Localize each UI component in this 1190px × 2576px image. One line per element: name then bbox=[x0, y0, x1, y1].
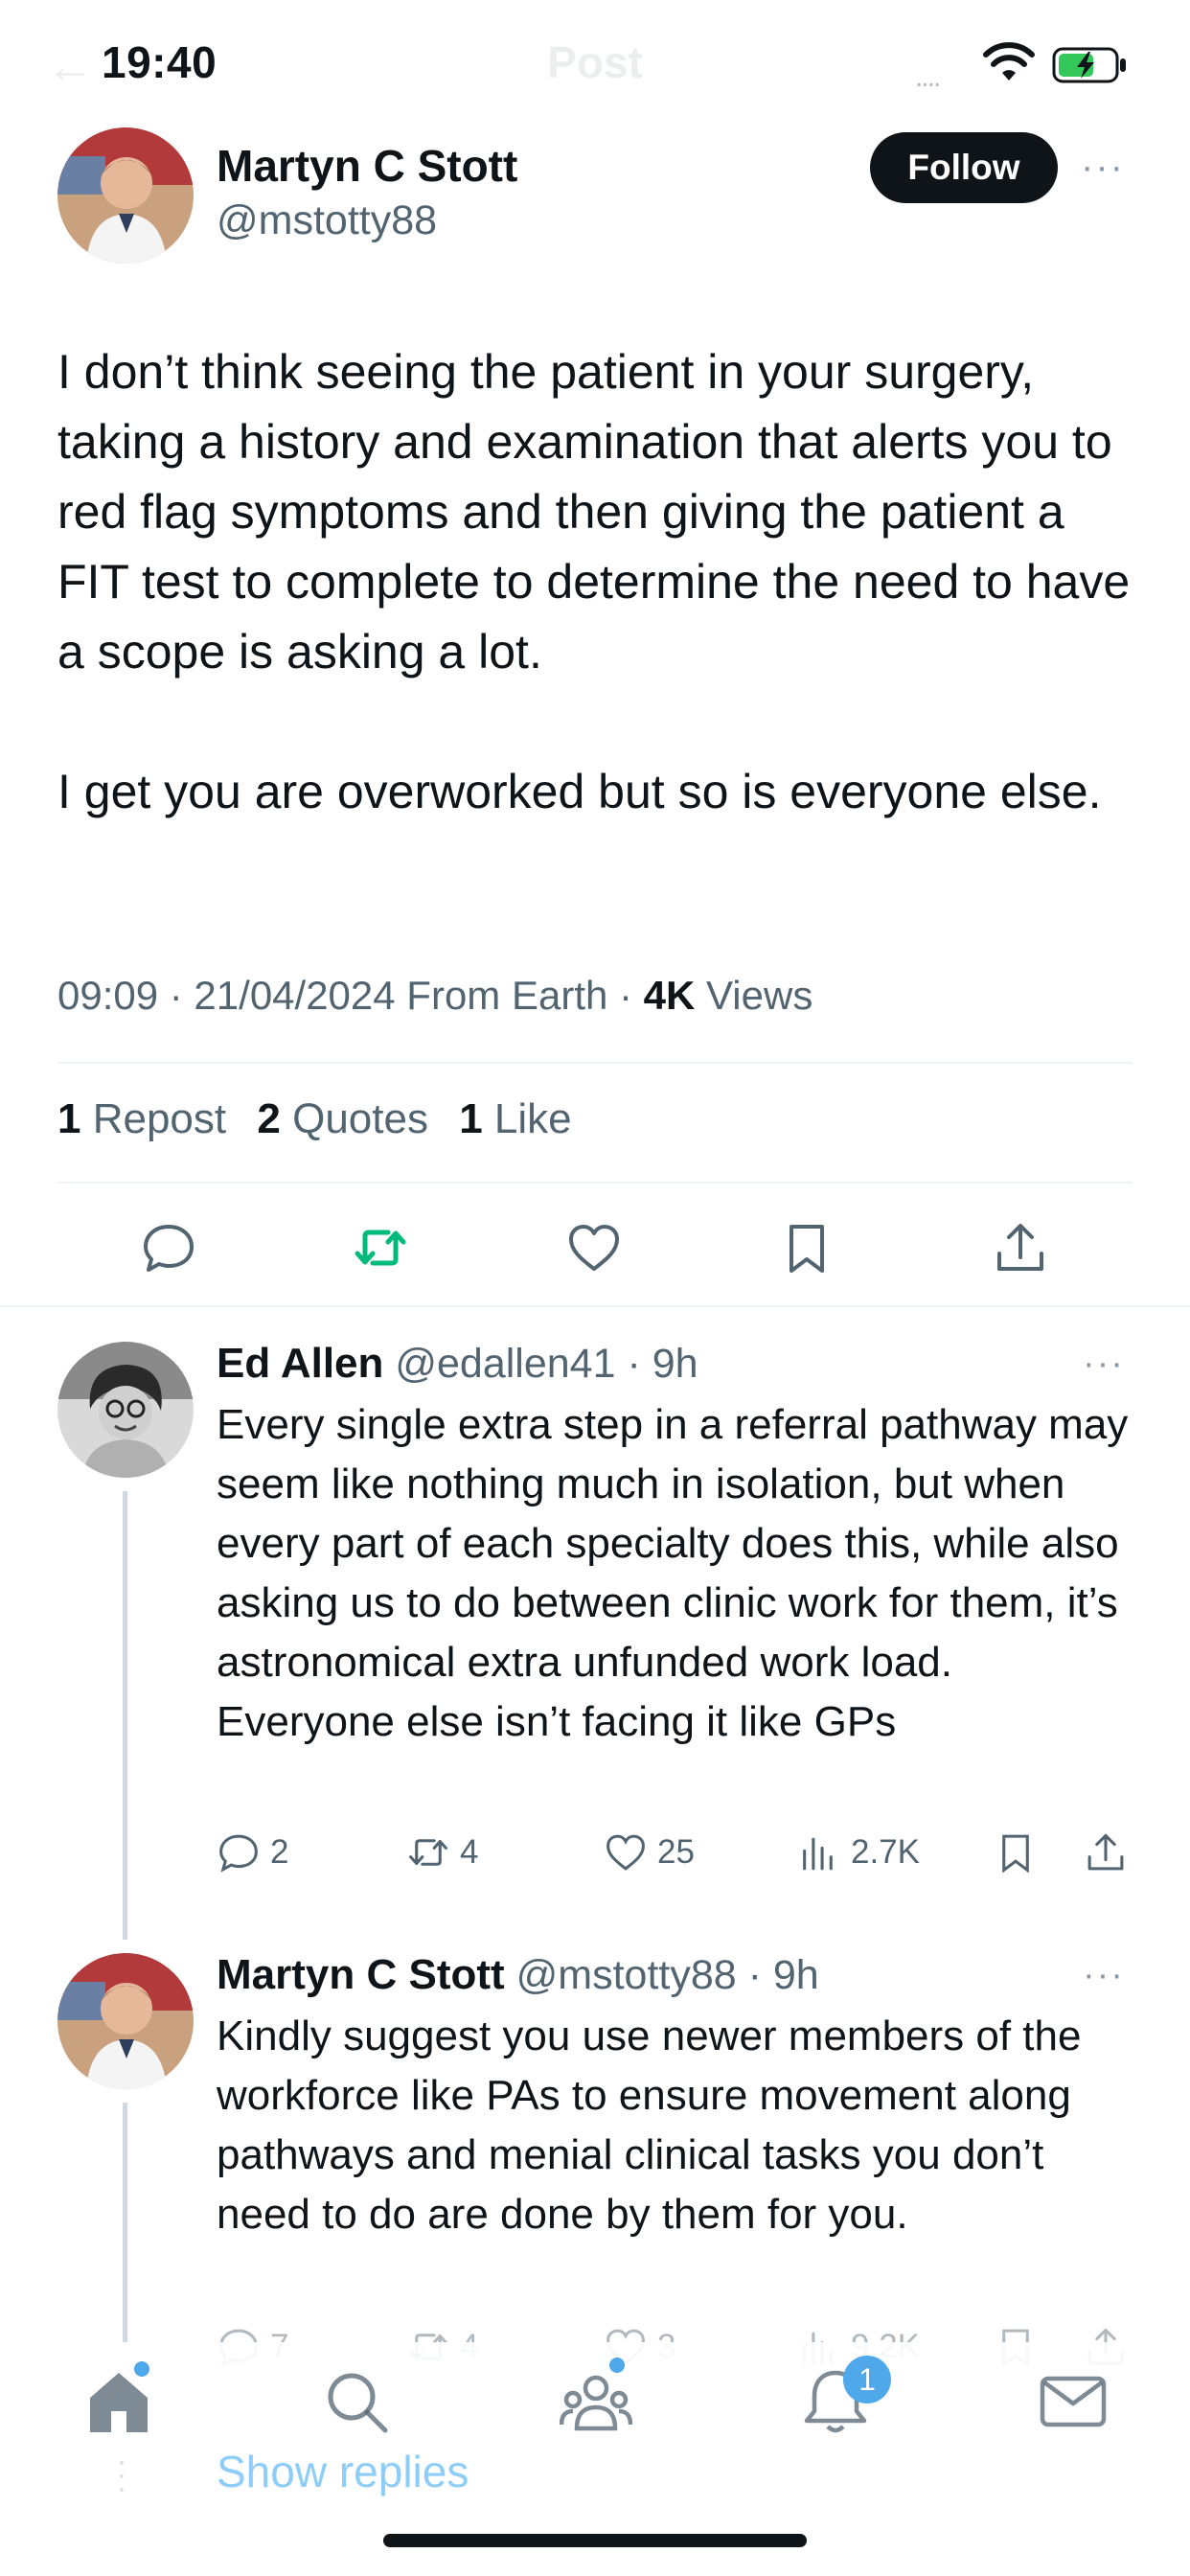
thread-line bbox=[123, 1491, 127, 1940]
quotes-count[interactable]: 2 bbox=[257, 1095, 280, 1142]
reply-author-handle[interactable]: @mstotty88 bbox=[516, 1952, 737, 1998]
divider bbox=[0, 1305, 1190, 1307]
engagement-stats: 1 Repost 2 Quotes 1 Like bbox=[57, 1095, 572, 1143]
avatar[interactable] bbox=[57, 1953, 194, 2089]
signal-icon: .... bbox=[915, 61, 941, 93]
views-count[interactable]: 4K bbox=[644, 973, 696, 1018]
home-indicator-bar bbox=[383, 2534, 807, 2547]
battery-icon bbox=[1052, 47, 1126, 83]
reply-text: Every single extra step in a referral pa… bbox=[217, 1401, 1129, 1745]
repost-icon[interactable] bbox=[352, 1219, 409, 1276]
communities-icon[interactable] bbox=[560, 2365, 632, 2438]
reply-action[interactable]: 2 bbox=[217, 1830, 288, 1874]
like-action[interactable]: 25 bbox=[604, 1830, 695, 1874]
like-icon bbox=[606, 1834, 645, 1871]
reply-author-name[interactable]: Martyn C Stott bbox=[217, 1951, 505, 1998]
reply-header: Martyn C Stott @mstotty88 · 9h bbox=[217, 1951, 819, 1999]
avatar[interactable] bbox=[57, 1342, 194, 1478]
bookmark-icon[interactable] bbox=[778, 1219, 835, 1276]
tweet-meta: 09:09 · 21/04/2024 From Earth · 4K Views bbox=[57, 973, 812, 1019]
author-handle[interactable]: @mstotty88 bbox=[217, 197, 437, 244]
repost-action[interactable]: 4 bbox=[406, 1830, 478, 1874]
more-options-icon[interactable]: ··· bbox=[1083, 1344, 1125, 1385]
notifications-badge: 1 bbox=[843, 2356, 891, 2404]
status-bar: ← Post 19:40 .... bbox=[0, 0, 1190, 125]
reply-header: Ed Allen @edallen41 · 9h bbox=[217, 1340, 698, 1388]
bookmark-icon bbox=[1002, 1834, 1029, 1874]
communities-indicator-dot bbox=[609, 2358, 625, 2373]
repost-count: 4 bbox=[460, 1833, 479, 1871]
likes-label[interactable]: Like bbox=[494, 1095, 572, 1142]
author-name[interactable]: Martyn C Stott bbox=[217, 140, 517, 192]
reply-time: · 9h bbox=[615, 1341, 698, 1387]
views-icon bbox=[803, 1837, 833, 1871]
avatar[interactable] bbox=[57, 127, 194, 264]
share-icon bbox=[1087, 1833, 1124, 1871]
like-count: 25 bbox=[657, 1833, 695, 1871]
follow-button[interactable]: Follow bbox=[870, 132, 1058, 203]
home-indicator-dot bbox=[134, 2361, 149, 2377]
tweet-timestamp: 09:09 · 21/04/2024 From Earth · bbox=[57, 973, 644, 1018]
share-action[interactable] bbox=[1084, 1830, 1128, 1874]
messages-icon[interactable] bbox=[1037, 2365, 1110, 2438]
views-action[interactable]: 2.7K bbox=[797, 1830, 920, 1874]
more-options-icon[interactable]: ··· bbox=[1081, 146, 1125, 189]
reply-text: Kindly suggest you use newer members of … bbox=[217, 2012, 1082, 2238]
thread-line bbox=[123, 2103, 127, 2342]
divider bbox=[57, 1182, 1133, 1184]
reply-time: · 9h bbox=[736, 1952, 819, 1998]
bookmark-action[interactable] bbox=[994, 1830, 1038, 1874]
search-icon[interactable] bbox=[320, 2365, 393, 2438]
quotes-label[interactable]: Quotes bbox=[292, 1095, 428, 1142]
views-label: Views bbox=[695, 973, 813, 1018]
reply-author-handle[interactable]: @edallen41 bbox=[395, 1341, 615, 1387]
more-options-icon[interactable]: ··· bbox=[1083, 1955, 1125, 1996]
reposts-count[interactable]: 1 bbox=[57, 1095, 80, 1142]
reply-author-name[interactable]: Ed Allen bbox=[217, 1340, 383, 1387]
show-replies-link[interactable]: Show replies bbox=[217, 2446, 469, 2497]
status-time: 19:40 bbox=[102, 37, 217, 87]
likes-count[interactable]: 1 bbox=[459, 1095, 482, 1142]
thread-dots: · · · bbox=[117, 2446, 126, 2504]
wifi-icon bbox=[983, 42, 1035, 80]
share-icon[interactable] bbox=[992, 1219, 1049, 1276]
views-count: 2.7K bbox=[851, 1833, 920, 1871]
repost-icon bbox=[409, 1839, 447, 1866]
reposts-label[interactable]: Repost bbox=[93, 1095, 226, 1142]
divider bbox=[57, 1062, 1133, 1064]
like-icon[interactable] bbox=[565, 1219, 623, 1276]
tweet-text: I don’t think seeing the patient in your… bbox=[57, 345, 1131, 818]
reply-icon bbox=[219, 1834, 258, 1873]
reply-icon[interactable] bbox=[140, 1219, 197, 1276]
reply-count: 2 bbox=[270, 1833, 289, 1871]
